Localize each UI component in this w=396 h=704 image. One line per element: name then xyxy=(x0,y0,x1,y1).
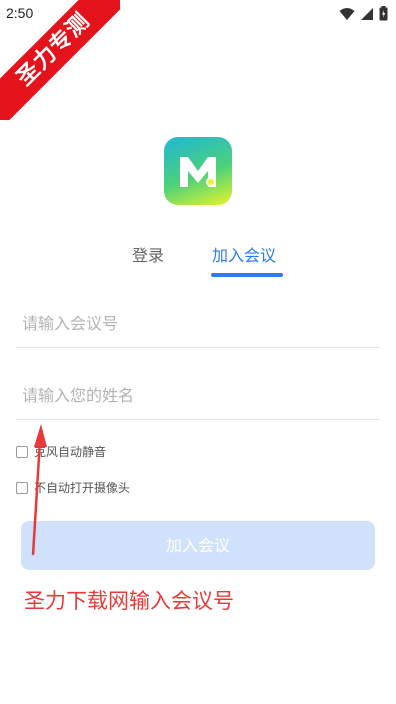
battery-icon xyxy=(379,6,388,21)
camera-off-checkbox[interactable] xyxy=(16,481,28,494)
watermark-ribbon: 圣力专测 xyxy=(0,0,120,120)
wifi-icon xyxy=(339,7,355,20)
name-field xyxy=(16,370,380,420)
mute-mic-label: 克风自动静音 xyxy=(34,445,107,459)
tab-join-meeting[interactable]: 加入会议 xyxy=(212,242,276,266)
join-meeting-button[interactable]: 加入会议 xyxy=(21,521,375,570)
status-icons xyxy=(339,6,388,21)
meeting-id-field xyxy=(16,298,380,348)
signal-icon xyxy=(361,7,373,20)
active-tab-indicator xyxy=(211,273,283,277)
name-input[interactable] xyxy=(22,382,362,408)
app-logo xyxy=(164,137,232,205)
meeting-id-input[interactable] xyxy=(22,310,362,336)
camera-off-option[interactable]: 不自动打开摄像头 xyxy=(16,479,130,496)
tab-login[interactable]: 登录 xyxy=(132,242,164,266)
watermark-text: 圣力专测 xyxy=(0,0,120,120)
mute-mic-checkbox[interactable] xyxy=(16,445,28,458)
auth-tabs: 登录 加入会议 xyxy=(0,238,396,282)
camera-off-label: 不自动打开摄像头 xyxy=(34,481,131,495)
mute-mic-option[interactable]: 克风自动静音 xyxy=(16,443,106,460)
annotation-caption: 圣力下载网输入会议号 xyxy=(24,589,234,613)
logo-mark-icon xyxy=(180,157,216,187)
